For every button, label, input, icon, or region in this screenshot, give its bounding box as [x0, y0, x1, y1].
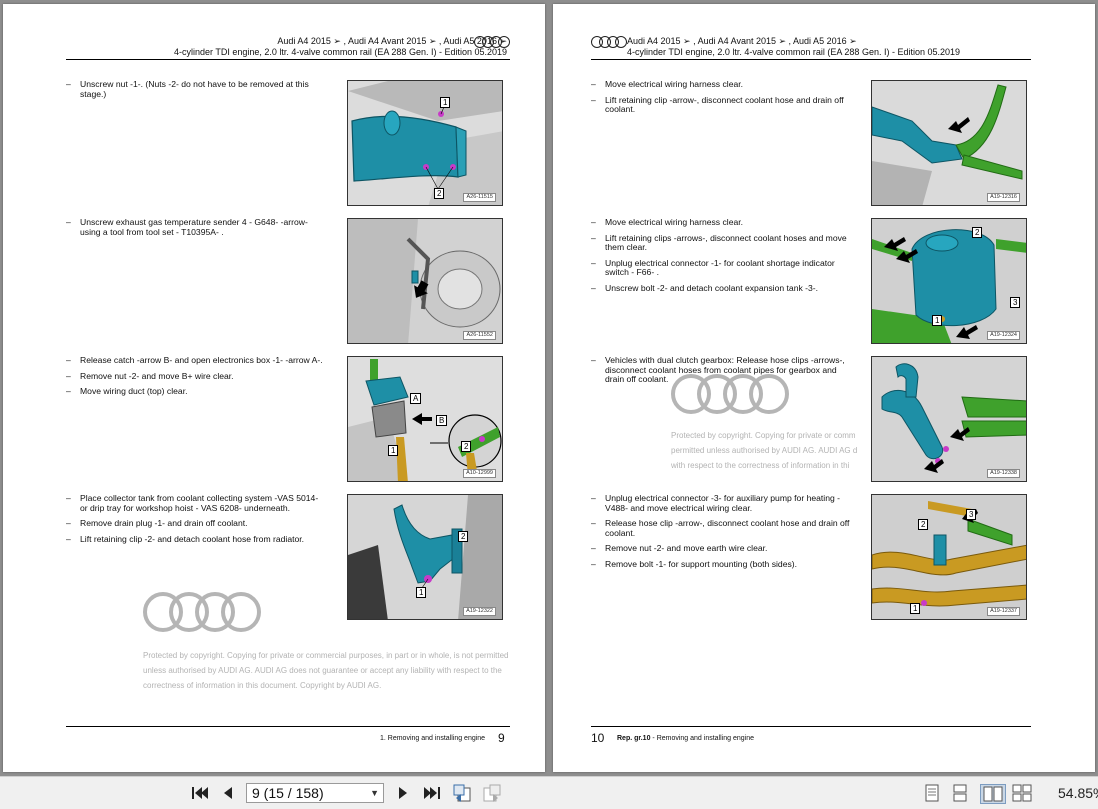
footer-rule: [591, 726, 1031, 727]
document-viewport[interactable]: Audi A4 2015 ➢ , Audi A4 Avant 2015 ➢ , …: [0, 0, 1098, 776]
instruction-step: Remove drain plug -1- and drain off cool…: [66, 519, 328, 529]
instruction-step: Move electrical wiring harness clear.: [591, 79, 853, 90]
two-page-continuous-view-icon[interactable]: [1012, 784, 1032, 802]
last-page-icon[interactable]: [422, 785, 442, 801]
header-models: Audi A4 2015 ➢ , Audi A4 Avant 2015 ➢ , …: [277, 36, 507, 46]
page-number: 10: [591, 731, 605, 745]
figure-gearbox-hose-clips: A19-12338: [871, 356, 1027, 482]
figure-drain-plug: 1 2 A19-12322: [347, 494, 503, 620]
next-page-icon[interactable]: [395, 785, 411, 801]
page-number: 9: [498, 731, 505, 745]
instruction-step: Lift retaining clips -arrows-, disconnec…: [591, 233, 853, 253]
header-rule: [591, 59, 1031, 60]
go-back-icon[interactable]: [452, 784, 472, 802]
footer-section-prefix: Rep. gr.10: [617, 735, 651, 742]
header-engine: 4-cylinder TDI engine, 2.0 ltr. 4-valve …: [174, 47, 507, 57]
figure-callout: 2: [434, 188, 445, 199]
instruction-step: Unscrew bolt -2- and detach coolant expa…: [591, 283, 853, 294]
instruction-step: Unscrew exhaust gas temperature sender 4…: [66, 217, 328, 237]
instruction-block-4: Place collector tank from coolant collec…: [66, 493, 328, 550]
figure-id: A26-11552: [463, 331, 496, 340]
instruction-block-1: Unscrew nut -1-. (Nuts -2- do not have t…: [66, 79, 328, 105]
figure-exhaust-nut: 1 2 A26-11515: [347, 80, 503, 206]
figure-temperature-sender: A26-11552: [347, 218, 503, 344]
header-engine: 4-cylinder TDI engine, 2.0 ltr. 4-valve …: [627, 47, 960, 57]
instruction-block-2: Unscrew exhaust gas temperature sender 4…: [66, 217, 328, 243]
document-page-left: Audi A4 2015 ➢ , Audi A4 Avant 2015 ➢ , …: [3, 4, 545, 772]
go-forward-icon[interactable]: [482, 784, 502, 802]
figure-callout: B: [436, 415, 448, 426]
figure-callout: A: [410, 393, 422, 404]
page-header: Audi A4 2015 ➢ , Audi A4 Avant 2015 ➢ , …: [174, 36, 507, 58]
audi-logo-icon: [474, 36, 510, 48]
instruction-block-1: Move electrical wiring harness clear. Li…: [591, 79, 853, 121]
audi-logo-icon: [591, 36, 627, 48]
header-rule: [66, 59, 510, 60]
previous-page-icon[interactable]: [220, 785, 236, 801]
instruction-step: Unscrew nut -1-. (Nuts -2- do not have t…: [66, 79, 328, 99]
continuous-view-icon[interactable]: [950, 784, 970, 802]
figure-callout: 2: [461, 441, 472, 452]
figure-id: A19-12337: [987, 607, 1020, 616]
instruction-block-2: Move electrical wiring harness clear. Li…: [591, 217, 853, 300]
figure-electronics-box: A B 1 2 A10-12999: [347, 356, 503, 482]
figure-callout: 3: [966, 509, 977, 520]
instruction-block-4: Unplug electrical connector -3- for auxi…: [591, 493, 853, 576]
first-page-icon[interactable]: [190, 785, 210, 801]
instruction-step: Unplug electrical connector -1- for cool…: [591, 258, 853, 278]
figure-id: A19-12316: [987, 193, 1020, 202]
figure-id: A19-12338: [987, 469, 1020, 478]
footer-section-title: 1. Removing and installing engine: [380, 735, 486, 742]
figure-id: A19-12322: [463, 607, 496, 616]
figure-callout: 2: [972, 227, 983, 238]
chevron-down-icon: ▼: [370, 788, 379, 798]
figure-callout: 1: [910, 603, 921, 614]
footer-section-title: Rep. gr.10 - Removing and installing eng…: [617, 735, 754, 742]
figure-expansion-tank: 1 2 3 A19-12324: [871, 218, 1027, 344]
zoom-level[interactable]: 54.85%: [1058, 785, 1098, 801]
viewer-toolbar: 9 (15 / 158) ▼ 54.85%: [0, 776, 1098, 809]
figure-callout: 2: [458, 531, 469, 542]
instruction-step: Remove nut -2- and move earth wire clear…: [591, 544, 853, 554]
document-page-right: Audi A4 2015 ➢ , Audi A4 Avant 2015 ➢ , …: [553, 4, 1095, 772]
header-models: Audi A4 2015 ➢ , Audi A4 Avant 2015 ➢ , …: [627, 36, 857, 46]
instruction-step: Unplug electrical connector -3- for auxi…: [591, 493, 853, 513]
instruction-step: Remove bolt -1- for support mounting (bo…: [591, 559, 853, 570]
figure-callout: 1: [416, 587, 427, 598]
instruction-step: Release catch -arrow B- and open electro…: [66, 355, 328, 366]
figure-callout: 1: [932, 315, 943, 326]
figure-id: A10-12999: [463, 469, 496, 478]
page-number-value: 9 (15 / 158): [252, 785, 324, 801]
figure-callout: 2: [918, 519, 929, 530]
figure-auxiliary-pump: 1 2 3 A19-12337: [871, 494, 1027, 620]
instruction-step: Remove nut -2- and move B+ wire clear.: [66, 371, 328, 382]
copyright-watermark: Protected by copyright. Copying for priv…: [671, 431, 858, 470]
instruction-step: Place collector tank from coolant collec…: [66, 493, 328, 513]
footer-section-text: - Removing and installing engine: [650, 735, 754, 742]
page-header: Audi A4 2015 ➢ , Audi A4 Avant 2015 ➢ , …: [627, 36, 960, 58]
two-page-view-icon[interactable]: [980, 784, 1006, 804]
copyright-watermark: Protected by copyright. Copying for priv…: [143, 651, 509, 690]
single-page-view-icon[interactable]: [922, 784, 942, 802]
audi-watermark-logo-icon: [671, 374, 789, 414]
instruction-step: Move electrical wiring harness clear.: [591, 217, 853, 228]
instruction-step: Move wiring duct (top) clear.: [66, 387, 328, 397]
figure-callout: 1: [388, 445, 399, 456]
figure-id: A26-11515: [463, 193, 496, 202]
figure-callout: 3: [1010, 297, 1021, 308]
instruction-block-3: Release catch -arrow B- and open electro…: [66, 355, 328, 403]
page-number-select[interactable]: 9 (15 / 158) ▼: [246, 783, 384, 803]
audi-watermark-logo-icon: [143, 592, 261, 632]
figure-coolant-hose-clip: A19-12316: [871, 80, 1027, 206]
instruction-step: Release hose clip -arrow-, disconnect co…: [591, 518, 853, 538]
instruction-step: Lift retaining clip -2- and detach coola…: [66, 534, 328, 545]
footer-rule: [66, 726, 510, 727]
figure-callout: 1: [440, 97, 451, 108]
figure-id: A19-12324: [987, 331, 1020, 340]
instruction-step: Lift retaining clip -arrow-, disconnect …: [591, 95, 853, 115]
